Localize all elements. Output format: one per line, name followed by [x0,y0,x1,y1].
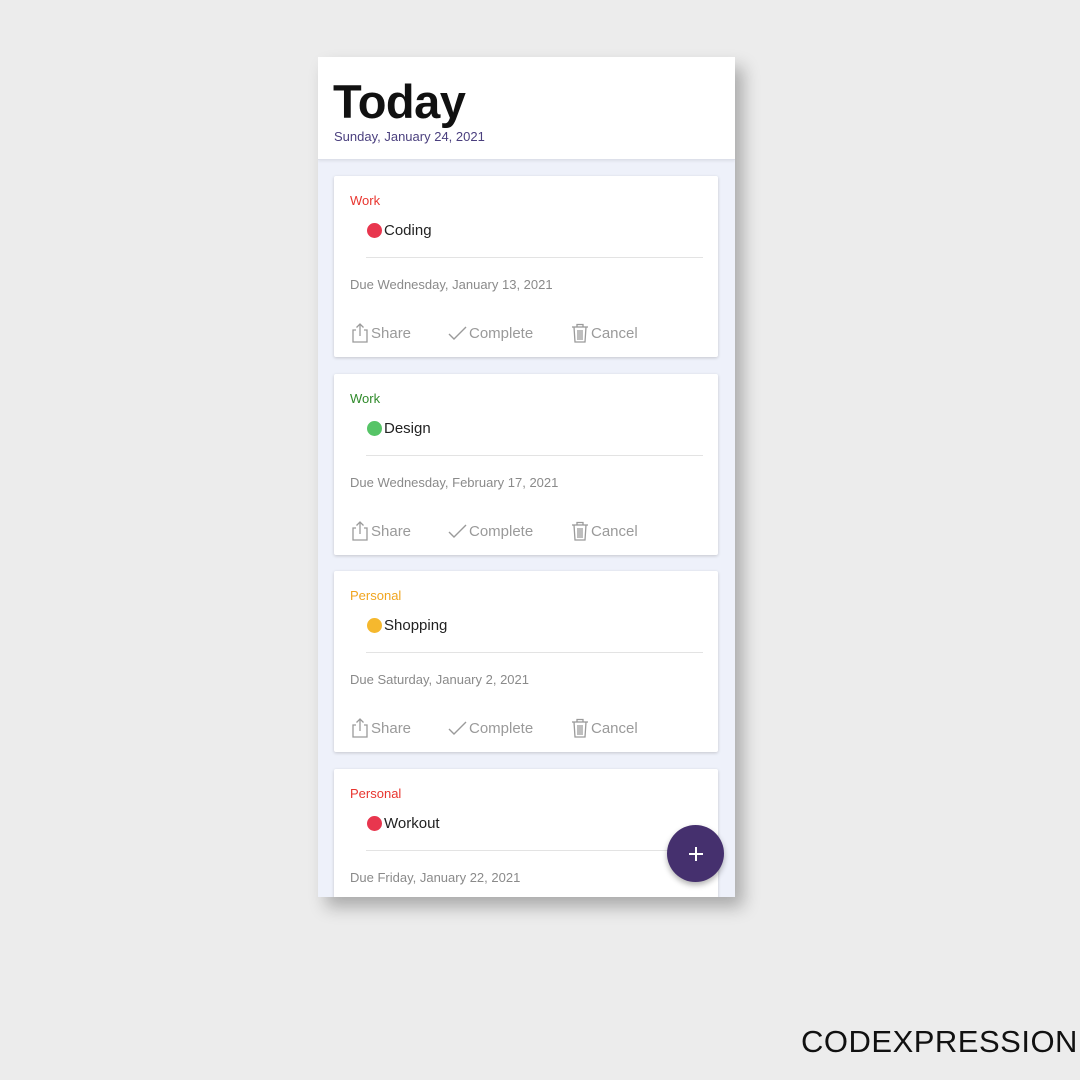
complete-label: Complete [469,719,534,737]
task-color-dot [367,816,382,831]
task-card[interactable]: Work Coding Due Wednesday, January 13, 2… [334,176,718,357]
add-task-button[interactable] [667,825,724,882]
complete-label: Complete [469,324,534,342]
checkmark-icon [448,524,467,538]
trash-icon [572,323,588,343]
share-label: Share [371,522,412,540]
task-color-dot [367,618,382,633]
plus-icon [688,846,703,861]
task-color-dot [367,421,382,436]
cancel-button[interactable]: Cancel [570,520,660,542]
trash-icon [572,521,588,541]
task-card[interactable]: Personal Shopping Due Saturday, January … [334,571,718,752]
divider [366,652,703,653]
task-card[interactable]: Work Design Due Wednesday, February 17, … [334,374,718,555]
phone-screen: Today Sunday, January 24, 2021 Work Codi… [318,57,735,897]
share-button[interactable]: Share [350,717,446,739]
current-date: Sunday, January 24, 2021 [334,129,485,144]
page-title: Today [333,75,466,128]
complete-button[interactable]: Complete [446,323,570,343]
cancel-label: Cancel [591,522,638,540]
task-color-dot [367,223,382,238]
share-button[interactable]: Share [350,322,446,344]
task-due-date: Due Wednesday, January 13, 2021 [350,277,553,292]
divider [366,257,703,258]
task-title: Design [367,420,431,437]
task-actions: Share Complete Cancel [350,518,660,544]
task-name: Workout [384,815,440,832]
task-title: Coding [367,222,432,239]
task-name: Design [384,420,431,437]
task-actions: Share Complete Cancel [350,320,660,346]
canvas: Today Sunday, January 24, 2021 Work Codi… [0,0,1080,1080]
task-actions: Share Complete Cancel [350,715,660,741]
cancel-button[interactable]: Cancel [570,322,660,344]
share-label: Share [371,324,412,342]
task-title: Shopping [367,617,447,634]
task-category: Work [350,391,381,406]
cancel-label: Cancel [591,719,638,737]
task-due-date: Due Friday, January 22, 2021 [350,870,521,885]
divider [366,455,703,456]
task-category: Personal [350,786,402,801]
task-due-date: Due Saturday, January 2, 2021 [350,672,529,687]
complete-button[interactable]: Complete [446,521,570,541]
app-header: Today Sunday, January 24, 2021 [318,57,735,160]
share-label: Share [371,719,412,737]
share-icon [352,521,368,541]
share-icon [352,718,368,738]
trash-icon [572,718,588,738]
checkmark-icon [448,326,467,340]
share-button[interactable]: Share [350,520,446,542]
checkmark-icon [448,721,467,735]
divider [366,850,703,851]
watermark-logo: CODEXPRESSION [801,1024,1078,1059]
complete-label: Complete [469,522,534,540]
complete-button[interactable]: Complete [446,718,570,738]
cancel-button[interactable]: Cancel [570,717,660,739]
task-due-date: Due Wednesday, February 17, 2021 [350,475,559,490]
task-name: Shopping [384,617,448,634]
share-icon [352,323,368,343]
task-category: Personal [350,588,402,603]
task-name: Coding [384,222,432,239]
cancel-label: Cancel [591,324,638,342]
task-card[interactable]: Personal Workout Due Friday, January 22,… [334,769,718,897]
task-title: Workout [367,815,440,832]
task-category: Work [350,193,381,208]
